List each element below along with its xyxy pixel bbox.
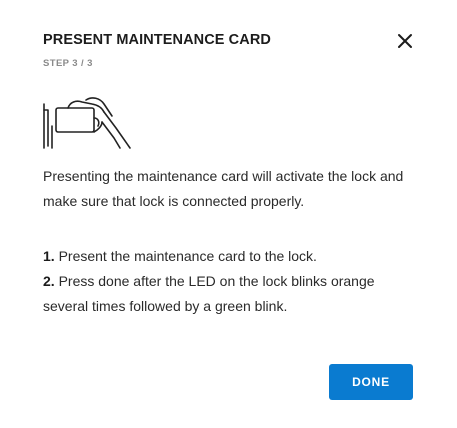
step-indicator: STEP 3 / 3 [43, 58, 93, 69]
close-icon [398, 34, 412, 48]
maintenance-card-dialog: PRESENT MAINTENANCE CARD STEP 3 / 3 Pres… [0, 0, 457, 428]
step-text: Present the maintenance card to the lock… [58, 248, 317, 264]
step-number: 2. [43, 273, 55, 289]
done-button[interactable]: DONE [329, 364, 413, 400]
instruction-step: 1. Present the maintenance card to the l… [43, 244, 423, 269]
step-number: 1. [43, 248, 55, 264]
step-text: Press done after the LED on the lock bli… [43, 273, 375, 314]
dialog-description: Presenting the maintenance card will act… [43, 168, 404, 209]
instruction-list: 1. Present the maintenance card to the l… [43, 244, 423, 319]
dialog-title: PRESENT MAINTENANCE CARD [43, 32, 271, 48]
hand-card-lock-icon [43, 97, 131, 149]
instruction-step: 2. Press done after the LED on the lock … [43, 269, 423, 319]
close-button[interactable] [394, 30, 416, 52]
illustration [42, 96, 134, 150]
